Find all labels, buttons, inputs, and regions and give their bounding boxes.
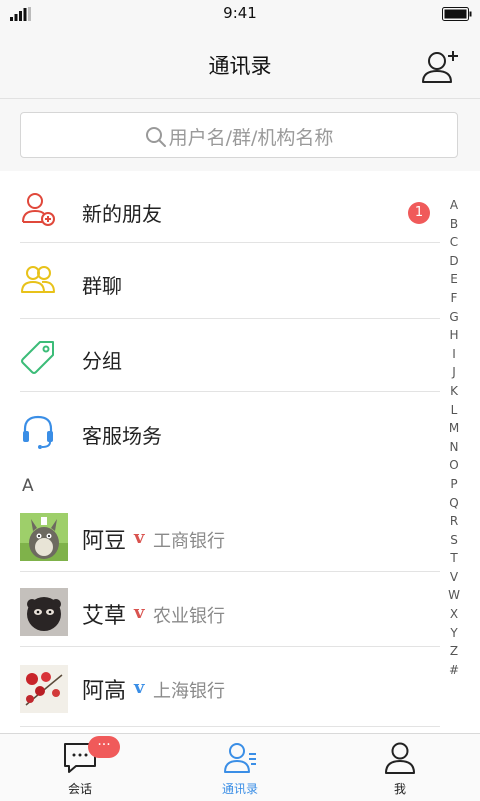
group-chat-icon xyxy=(21,266,55,293)
index-letter[interactable]: E xyxy=(445,270,463,289)
contact-row[interactable]: 阿高 v 上海银行 xyxy=(0,655,440,723)
add-contact-icon[interactable] xyxy=(418,48,462,88)
contact-name: 阿豆 xyxy=(82,529,127,554)
search-placeholder: 用户名/群/机构名称 xyxy=(168,127,334,149)
divider xyxy=(20,242,440,243)
page-title: 通讯录 xyxy=(208,54,272,78)
menu-group-chat[interactable]: 群聊 xyxy=(0,250,440,318)
tab-bar: ··· 会话 通讯录 我 xyxy=(0,733,480,801)
tab-label: 会话 xyxy=(67,782,92,796)
menu-label: 新的朋友 xyxy=(82,202,162,226)
divider xyxy=(20,571,440,572)
contact-name: 阿高 xyxy=(82,679,127,704)
menu-customer-service[interactable]: 客服场务 xyxy=(0,400,440,466)
index-letter[interactable]: J xyxy=(445,363,463,382)
battery-icon xyxy=(442,7,472,21)
divider xyxy=(20,318,440,319)
index-letter[interactable]: L xyxy=(445,401,463,420)
verified-mark: v xyxy=(134,602,145,623)
nav-bar: 通讯录 xyxy=(0,28,480,99)
section-header: A xyxy=(22,476,34,496)
index-letter[interactable]: B xyxy=(445,215,463,234)
avatar xyxy=(20,513,68,561)
divider xyxy=(20,391,440,392)
index-letter[interactable]: R xyxy=(445,512,463,531)
index-letter[interactable]: K xyxy=(445,382,463,401)
tab-me[interactable]: 我 xyxy=(320,734,480,801)
contact-row[interactable]: 阿豆 v 工商银行 xyxy=(0,505,440,571)
index-letter[interactable]: W xyxy=(445,586,463,605)
index-letter[interactable]: Z xyxy=(445,642,463,661)
menu-label: 分组 xyxy=(82,349,122,373)
divider xyxy=(20,646,440,647)
search-input[interactable]: 用户名/群/机构名称 xyxy=(20,112,458,158)
chats-badge: ··· xyxy=(88,736,120,758)
index-letter[interactable]: S xyxy=(445,531,463,550)
tab-contacts[interactable]: 通讯录 xyxy=(160,734,320,801)
index-letter[interactable]: C xyxy=(445,233,463,252)
menu-groups[interactable]: 分组 xyxy=(0,325,440,391)
headset-icon xyxy=(23,415,53,449)
add-friend-icon xyxy=(22,193,55,226)
index-letter[interactable]: G xyxy=(445,308,463,327)
menu-new-friends[interactable]: 新的朋友 xyxy=(0,180,440,242)
status-bar: 9:41 xyxy=(0,0,480,28)
status-time: 9:41 xyxy=(223,4,257,22)
avatar xyxy=(20,665,68,713)
index-letter[interactable]: I xyxy=(445,345,463,364)
contacts-icon xyxy=(224,743,256,773)
menu-label: 客服场务 xyxy=(82,424,162,448)
index-letter[interactable]: F xyxy=(445,289,463,308)
index-letter[interactable]: Y xyxy=(445,624,463,643)
search-icon xyxy=(145,126,166,147)
index-letter[interactable]: D xyxy=(445,252,463,271)
verified-mark: v xyxy=(134,527,145,548)
index-letter[interactable]: H xyxy=(445,326,463,345)
tag-icon xyxy=(21,341,54,374)
menu-label: 群聊 xyxy=(82,274,122,298)
index-letter[interactable]: T xyxy=(445,549,463,568)
index-letter[interactable]: P xyxy=(445,475,463,494)
alphabet-index[interactable]: A B C D E F G H I J K L M N O P Q R S T V W X Y Z # xyxy=(445,196,463,679)
index-letter[interactable]: O xyxy=(445,456,463,475)
tab-chats[interactable]: ··· 会话 xyxy=(0,734,160,801)
profile-icon xyxy=(385,742,415,774)
divider xyxy=(20,726,440,727)
avatar xyxy=(20,588,68,636)
contact-row[interactable]: 艾草 v 农业银行 xyxy=(0,580,440,646)
index-letter[interactable]: X xyxy=(445,605,463,624)
index-letter[interactable]: A xyxy=(445,196,463,215)
contact-org: 农业银行 xyxy=(153,606,225,627)
new-friends-badge: 1 xyxy=(408,202,430,224)
search-area: 用户名/群/机构名称 xyxy=(0,99,480,171)
index-letter[interactable]: # xyxy=(445,661,463,680)
tab-label: 通讯录 xyxy=(221,782,258,796)
contact-org: 工商银行 xyxy=(153,531,225,552)
index-letter[interactable]: N xyxy=(445,438,463,457)
tab-label: 我 xyxy=(393,782,406,796)
index-letter[interactable]: V xyxy=(445,568,463,587)
verified-mark: v xyxy=(134,677,145,698)
index-letter[interactable]: Q xyxy=(445,494,463,513)
contact-name: 艾草 xyxy=(82,604,127,629)
contact-org: 上海银行 xyxy=(153,681,225,702)
index-letter[interactable]: M xyxy=(445,419,463,438)
